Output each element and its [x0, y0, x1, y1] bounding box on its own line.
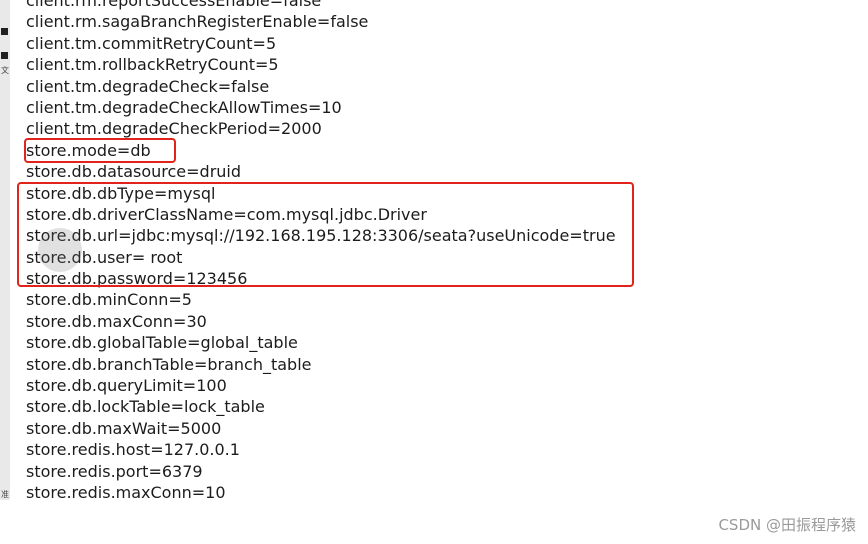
- gutter-glyph: 准: [1, 490, 9, 499]
- config-line[interactable]: store.db.datasource=druid: [26, 161, 616, 182]
- gutter-marker: [1, 52, 8, 59]
- config-line[interactable]: client.tm.rollbackRetryCount=5: [26, 54, 616, 75]
- config-line[interactable]: store.db.dbType=mysql: [26, 183, 616, 204]
- config-line[interactable]: store.db.maxConn=30: [26, 311, 616, 332]
- config-line[interactable]: store.db.url=jdbc:mysql://192.168.195.12…: [26, 225, 616, 246]
- config-line[interactable]: store.redis.port=6379: [26, 461, 616, 482]
- config-line[interactable]: store.db.user= root: [26, 247, 616, 268]
- config-lines: client.rm.reportSuccessEnable=false clien…: [26, 0, 616, 502]
- config-line[interactable]: store.db.lockTable=lock_table: [26, 396, 616, 417]
- gutter-glyph: 文: [1, 66, 9, 75]
- config-line[interactable]: store.db.branchTable=branch_table: [26, 354, 616, 375]
- config-line[interactable]: client.rm.reportSuccessEnable=false: [26, 0, 616, 11]
- scroll-indicator[interactable]: [38, 228, 82, 272]
- watermark: CSDN @田振程序猿: [718, 516, 856, 534]
- text-editor[interactable]: client.rm.reportSuccessEnable=false clien…: [10, 0, 868, 502]
- gutter-marker: [1, 28, 8, 35]
- config-line[interactable]: client.tm.degradeCheckAllowTimes=10: [26, 97, 616, 118]
- config-line[interactable]: store.db.globalTable=global_table: [26, 332, 616, 353]
- config-line[interactable]: store.mode=db: [26, 140, 616, 161]
- config-line[interactable]: client.rm.sagaBranchRegisterEnable=false: [26, 11, 616, 32]
- config-line[interactable]: store.db.driverClassName=com.mysql.jdbc.…: [26, 204, 616, 225]
- config-line[interactable]: store.db.maxWait=5000: [26, 418, 616, 439]
- config-line[interactable]: store.redis.maxConn=10: [26, 482, 616, 502]
- config-line[interactable]: store.db.queryLimit=100: [26, 375, 616, 396]
- config-line[interactable]: store.db.minConn=5: [26, 289, 616, 310]
- config-line[interactable]: store.db.password=123456: [26, 268, 616, 289]
- config-line[interactable]: client.tm.degradeCheckPeriod=2000: [26, 118, 616, 139]
- config-line[interactable]: store.redis.host=127.0.0.1: [26, 439, 616, 460]
- config-line[interactable]: client.tm.commitRetryCount=5: [26, 33, 616, 54]
- config-line[interactable]: client.tm.degradeCheck=false: [26, 76, 616, 97]
